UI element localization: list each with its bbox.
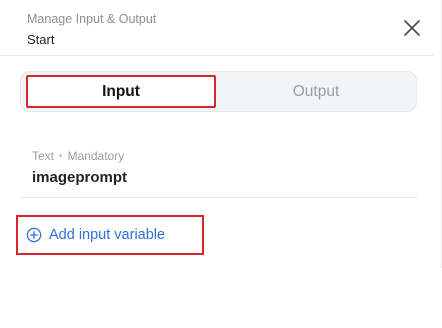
panel-title: Start	[27, 32, 55, 47]
separator-dot: •	[59, 150, 63, 162]
variable-name: imageprompt	[32, 169, 128, 186]
variable-requirement: Mandatory	[67, 149, 125, 163]
tab-output[interactable]: Output	[221, 75, 411, 108]
tab-input[interactable]: Input	[26, 75, 216, 108]
close-icon	[404, 20, 420, 36]
variable-type: Text	[32, 149, 55, 163]
close-button[interactable]	[400, 16, 424, 40]
variable-meta: Text • Mandatory	[32, 149, 124, 163]
manage-io-panel: Manage Input & Output Start Input Output…	[0, 0, 442, 268]
add-input-variable-button[interactable]: Add input variable	[16, 215, 204, 255]
add-input-variable-label: Add input variable	[49, 227, 166, 243]
io-tab-switcher: Input Output	[20, 71, 417, 112]
plus-circle-icon	[26, 227, 42, 243]
panel-subtitle: Manage Input & Output	[27, 12, 157, 26]
panel-header: Manage Input & Output Start	[0, 0, 434, 56]
input-variable-item[interactable]: Text • Mandatory imageprompt	[20, 138, 417, 198]
